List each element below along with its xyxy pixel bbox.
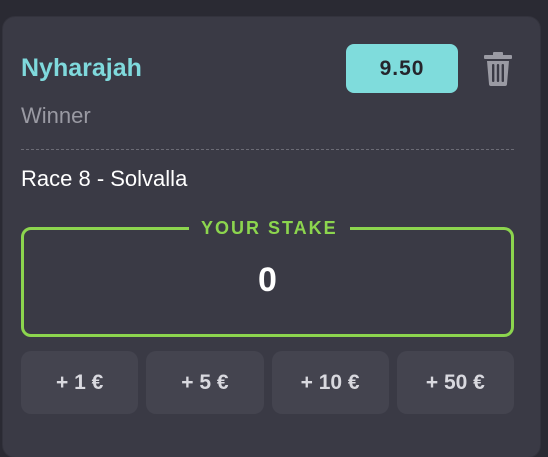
quick-stake-buttons: + 1 € + 5 € + 10 € + 50 € xyxy=(21,351,514,414)
trash-icon xyxy=(484,52,512,86)
remove-bet-button[interactable] xyxy=(480,49,516,89)
stake-input-box[interactable]: YOUR STAKE 0 xyxy=(21,218,514,337)
divider xyxy=(21,149,514,150)
quick-stake-10-button[interactable]: + 10 € xyxy=(271,351,389,414)
odds-badge: 9.50 xyxy=(346,44,458,93)
race-info: Race 8 - Solvalla xyxy=(21,166,188,191)
quick-stake-5-button[interactable]: + 5 € xyxy=(146,351,264,414)
stake-label: YOUR STAKE xyxy=(189,218,350,238)
bet-slip-card: Nyharajah Winner 9.50 Race 8 - Solvalla … xyxy=(3,17,540,457)
market-name: Winner xyxy=(21,103,91,128)
stake-input[interactable]: 0 xyxy=(24,260,511,300)
selection-name: Nyharajah xyxy=(21,54,142,82)
quick-stake-50-button[interactable]: + 50 € xyxy=(396,351,514,414)
quick-stake-1-button[interactable]: + 1 € xyxy=(21,351,139,414)
